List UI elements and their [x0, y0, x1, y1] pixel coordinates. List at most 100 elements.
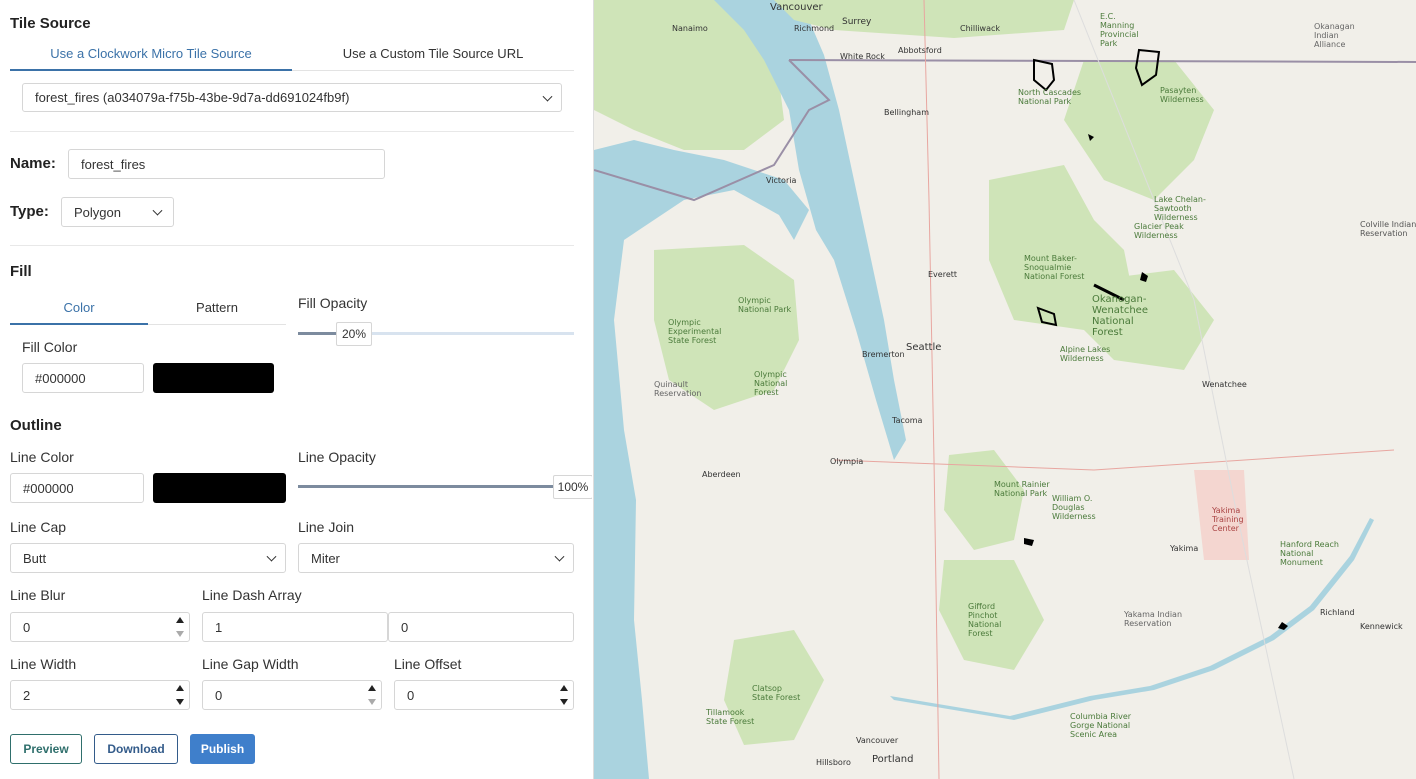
map-label: Surrey	[842, 17, 872, 27]
type-select-value: Polygon	[74, 204, 121, 220]
line-blur-stepper[interactable]	[175, 615, 185, 639]
name-label: Name:	[10, 155, 56, 172]
fill-title: Fill	[10, 263, 32, 280]
line-join-value: Miter	[311, 550, 340, 566]
chevron-down-icon	[542, 91, 553, 102]
map-label: Richmond	[794, 24, 835, 33]
map-label: Yakama Indian Reservation	[1124, 610, 1183, 628]
map-label: Columbia River Gorge National Scenic Are…	[1070, 712, 1132, 739]
line-offset-input[interactable]: 0	[394, 680, 574, 710]
line-width-value: 2	[23, 687, 31, 703]
map-label: Kennewick	[1360, 622, 1403, 631]
map-label: Chilliwack	[960, 24, 1001, 33]
map-label: Victoria	[766, 176, 797, 185]
type-select[interactable]: Polygon	[61, 197, 174, 227]
map-label: Tillamook State Forest	[706, 708, 755, 726]
chevron-down-icon	[266, 551, 277, 562]
fill-opacity-label: Fill Opacity	[298, 295, 368, 311]
map-label: Gifford Pinchot National Forest	[968, 602, 1002, 638]
line-gap-width-input[interactable]: 0	[202, 680, 382, 710]
fill-opacity-fill	[298, 332, 336, 335]
map-label: Bellingham	[884, 108, 929, 117]
map-label: Olympic Experimental State Forest	[668, 318, 722, 345]
active-tab-indicator	[10, 69, 292, 71]
map-label: Bremerton	[862, 350, 905, 359]
map-label: Lake Chelan-Sawtooth Wilderness	[1154, 195, 1206, 222]
line-dash-array-value-2: 0	[401, 619, 409, 635]
map-label: Tacoma	[892, 416, 923, 425]
fill-color-swatch[interactable]	[153, 363, 274, 393]
line-width-stepper[interactable]	[175, 683, 185, 707]
line-cap-select[interactable]: Butt	[10, 543, 286, 573]
line-join-select[interactable]: Miter	[298, 543, 574, 573]
map-label: Hillsboro	[816, 758, 851, 767]
line-blur-label: Line Blur	[10, 587, 66, 603]
map-label: William O. Douglas Wilderness	[1052, 494, 1096, 521]
preview-button[interactable]: Preview	[10, 734, 82, 764]
divider	[10, 245, 574, 246]
line-dash-array-label: Line Dash Array	[202, 587, 302, 603]
tile-source-select[interactable]: forest_fires (a034079a-f75b-43be-9d7a-dd…	[22, 83, 562, 112]
type-label: Type:	[10, 203, 49, 220]
line-width-label: Line Width	[10, 656, 77, 672]
map-label: Okanogan-Wenatchee National Forest	[1092, 294, 1148, 338]
map-label: Clatsop State Forest	[752, 684, 801, 702]
line-offset-value: 0	[407, 687, 415, 703]
map-label: Wenatchee	[1202, 380, 1247, 389]
line-blur-input[interactable]: 0	[10, 612, 190, 642]
tab-fill-color[interactable]: Color	[10, 300, 148, 315]
map-label: Everett	[928, 270, 958, 279]
line-color-input-value: #000000	[23, 480, 74, 496]
line-cap-label: Line Cap	[10, 519, 67, 535]
map-label: Olympic National Park	[738, 296, 792, 314]
map-label: Quinault Reservation	[654, 380, 702, 398]
name-input-value: forest_fires	[81, 156, 146, 172]
tab-clockwork-tile-source[interactable]: Use a Clockwork Micro Tile Source	[10, 46, 292, 61]
map-label: Mount Rainier National Park	[994, 480, 1050, 498]
download-button[interactable]: Download	[94, 734, 178, 764]
tab-custom-tile-source-url[interactable]: Use a Custom Tile Source URL	[292, 46, 574, 61]
map-label: Mount Baker-Snoqualmie National Forest	[1024, 254, 1085, 281]
name-input[interactable]: forest_fires	[68, 149, 385, 179]
map-label: White Rock	[840, 52, 885, 61]
map-view[interactable]: Vancouver Surrey Richmond Abbotsford Chi…	[593, 0, 1416, 779]
tile-source-title: Tile Source	[10, 15, 91, 32]
fill-color-input-value: #000000	[35, 370, 86, 386]
line-gap-width-value: 0	[215, 687, 223, 703]
map-label: Okanagan Indian Alliance	[1314, 22, 1355, 49]
chevron-down-icon	[554, 551, 565, 562]
line-gap-width-stepper[interactable]	[367, 683, 377, 707]
line-cap-value: Butt	[23, 550, 47, 566]
line-offset-label: Line Offset	[394, 656, 462, 672]
line-dash-array-input-2[interactable]: 0	[388, 612, 574, 642]
map-label: Richland	[1320, 608, 1355, 617]
fill-color-label: Fill Color	[22, 339, 78, 355]
line-dash-array-value-1: 1	[215, 619, 223, 635]
map-label: Portland	[872, 754, 914, 765]
line-join-label: Line Join	[298, 519, 355, 535]
fill-color-input[interactable]: #000000	[22, 363, 144, 393]
map-label: Olympic National Forest	[754, 370, 788, 397]
publish-button[interactable]: Publish	[190, 734, 255, 764]
tab-fill-pattern[interactable]: Pattern	[148, 300, 286, 315]
line-dash-array-input-1[interactable]: 1	[202, 612, 388, 642]
line-width-input[interactable]: 2	[10, 680, 190, 710]
map-label: Pasayten Wilderness	[1160, 86, 1204, 104]
line-opacity-fill	[298, 485, 554, 488]
line-offset-stepper[interactable]	[559, 683, 569, 707]
map-label: Colville Indian Reservation	[1360, 220, 1416, 238]
line-blur-value: 0	[23, 619, 31, 635]
map-label: Yakima	[1170, 544, 1199, 553]
map-label: Vancouver	[856, 736, 899, 745]
outline-title: Outline	[10, 417, 62, 434]
map-label: North Cascades National Park	[1018, 88, 1082, 106]
map-label: Vancouver	[770, 2, 823, 13]
map-label: Glacier Peak Wilderness	[1134, 222, 1184, 240]
line-color-swatch[interactable]	[153, 473, 286, 503]
line-opacity-handle[interactable]: 100%	[553, 475, 592, 499]
line-color-input[interactable]: #000000	[10, 473, 144, 503]
fill-opacity-handle[interactable]: 20%	[336, 322, 372, 346]
line-gap-width-label: Line Gap Width	[202, 656, 299, 672]
map-label: Hanford Reach National Monument	[1280, 540, 1339, 567]
map-label: Abbotsford	[898, 46, 942, 55]
